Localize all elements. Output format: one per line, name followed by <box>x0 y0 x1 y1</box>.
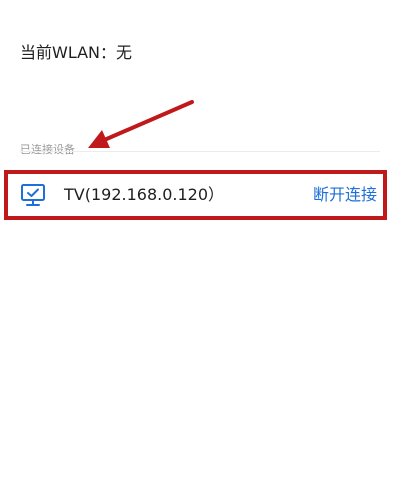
disconnect-button[interactable]: 断开连接 <box>313 184 377 206</box>
current-wlan-status: 当前WLAN：无 <box>20 43 133 62</box>
tv-monitor-icon <box>21 184 45 206</box>
annotation-arrow <box>88 100 194 148</box>
connected-devices-header: 已连接设备 <box>20 143 75 156</box>
connected-device-row: TV(192.168.0.120） 断开连接 <box>8 174 383 216</box>
section-divider <box>20 151 380 152</box>
device-name: TV(192.168.0.120） <box>64 185 225 204</box>
